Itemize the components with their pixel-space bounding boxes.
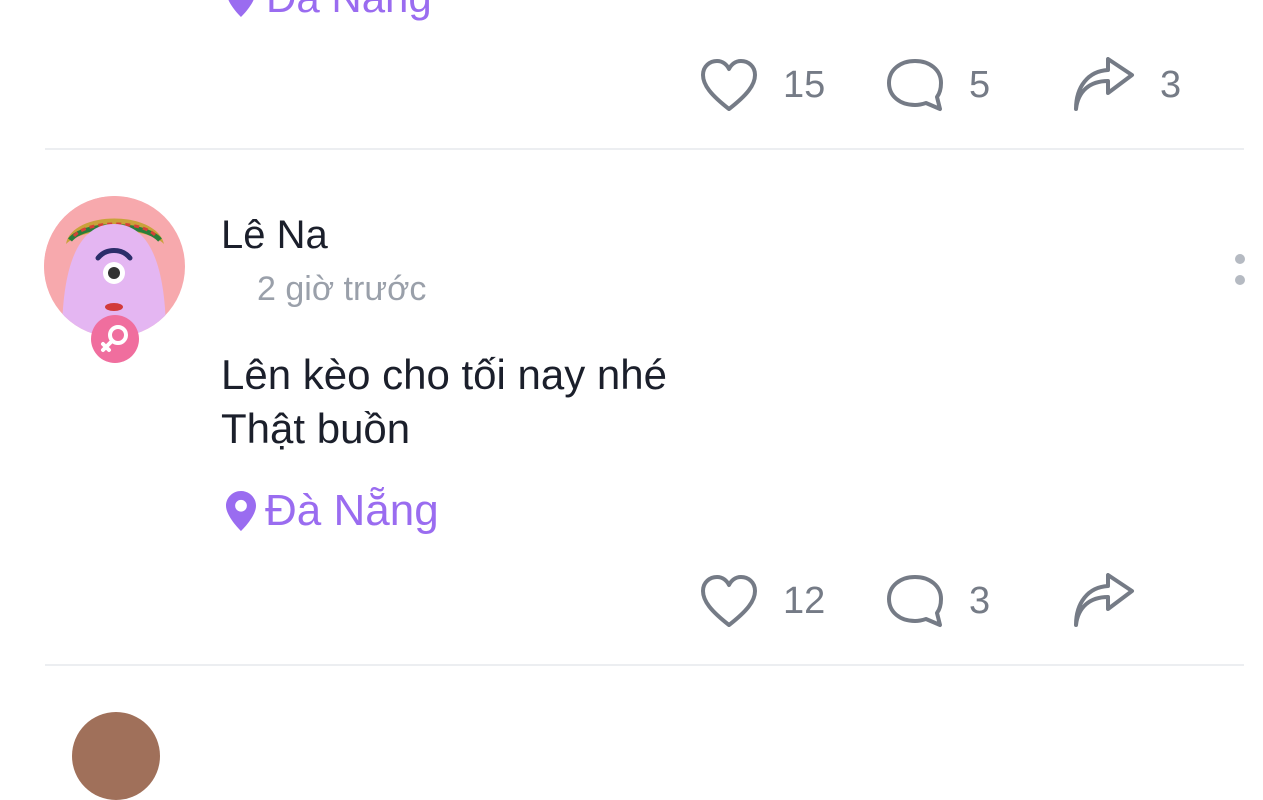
post-divider — [45, 664, 1244, 666]
previous-post-location-text: Đà Nẵng — [266, 0, 432, 22]
post-timestamp: 2 giờ trước — [257, 270, 427, 308]
post-content: Lên kèo cho tối nay nhé Thật buồn — [221, 348, 667, 456]
previous-post-like-button[interactable]: 15 — [699, 57, 825, 113]
comment-count: 3 — [969, 579, 991, 622]
previous-post-location[interactable]: Đà Nẵng — [226, 0, 432, 21]
previous-post-comment-count: 5 — [969, 63, 991, 106]
previous-post-like-count: 15 — [783, 63, 826, 106]
map-pin-icon — [228, 0, 254, 17]
share-arrow-icon — [1074, 573, 1134, 627]
post-location-text: Đà Nẵng — [265, 486, 439, 535]
post-content-line: Thật buồn — [221, 405, 411, 452]
heart-icon — [701, 59, 757, 111]
share-arrow-icon — [1074, 57, 1134, 111]
post-divider — [45, 148, 1244, 150]
post-location[interactable]: Đà Nẵng — [226, 486, 439, 536]
post-username[interactable]: Lê Na — [221, 213, 328, 258]
like-button[interactable]: 12 — [699, 573, 825, 629]
vertical-dot — [1235, 275, 1245, 285]
share-button[interactable] — [1072, 573, 1160, 629]
like-count: 12 — [783, 579, 826, 622]
gender-badge — [91, 315, 139, 363]
comment-button[interactable]: 3 — [885, 573, 990, 629]
female-symbol-icon — [101, 325, 128, 352]
next-post-avatar[interactable] — [72, 712, 160, 800]
speech-bubble-icon — [887, 575, 943, 627]
previous-post-comment-button[interactable]: 5 — [885, 57, 990, 113]
previous-post-share-count: 3 — [1160, 63, 1182, 106]
more-options-button[interactable] — [1233, 254, 1247, 288]
heart-icon — [701, 575, 757, 627]
map-pin-icon — [226, 491, 256, 531]
previous-post-share-button[interactable]: 3 — [1072, 57, 1181, 113]
vertical-dots-icon — [1235, 254, 1245, 264]
speech-bubble-icon — [887, 59, 943, 111]
post-content-line: Lên kèo cho tối nay nhé — [221, 351, 668, 398]
